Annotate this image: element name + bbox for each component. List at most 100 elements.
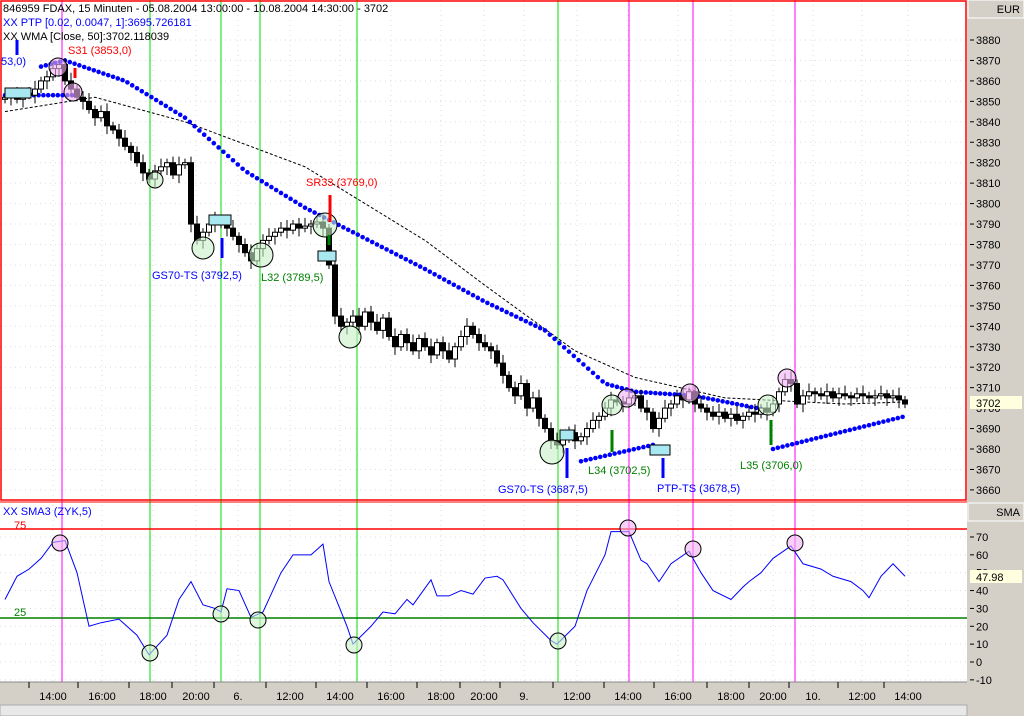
ptp-dot: [77, 63, 82, 68]
ptp-dot: [139, 88, 145, 94]
horizontal-scrollbar[interactable]: [0, 704, 968, 716]
ptp-dot: [485, 300, 490, 306]
ptp-dot: [432, 271, 437, 277]
time-tick-label: 12:00: [563, 691, 591, 703]
candle-body: [104, 111, 110, 127]
ptp-dot: [643, 390, 649, 395]
ptp-dot: [602, 453, 608, 459]
ptp-dot: [667, 391, 673, 397]
ptp-dot: [254, 175, 260, 181]
wma-legend[interactable]: XX WMA [Close, 50]:3702.118039: [3, 31, 169, 43]
stop-box: [649, 444, 671, 456]
ptp-dot: [578, 458, 584, 464]
level-25-label: 25: [14, 607, 26, 619]
ptp-dot: [547, 332, 553, 337]
time-tick-label: 18:00: [717, 691, 745, 703]
candle-body: [422, 338, 428, 348]
price-tick-label: 3680: [976, 444, 1000, 456]
chart-title: 846959 FDAX, 15 Minuten - 05.08.2004 13:…: [3, 3, 388, 15]
ptp-dot: [504, 309, 509, 315]
signal-label-l32: L32 (3789,5): [261, 272, 323, 284]
signal-label-cut: 53,0): [1, 56, 26, 68]
candle-body: [722, 411, 728, 419]
ptp-dot: [662, 391, 668, 397]
candle-body: [476, 333, 482, 344]
ptp-dot: [134, 85, 140, 91]
time-tick-label: 12:00: [848, 691, 876, 703]
ptp-dot: [149, 94, 154, 100]
ptp-dot: [744, 403, 749, 409]
candle-body: [896, 395, 902, 401]
candle-body: [488, 346, 494, 352]
candle-body: [116, 129, 122, 139]
ptp-dot: [41, 92, 46, 98]
candle-body: [824, 391, 830, 397]
ptp-dot: [245, 170, 250, 175]
candle-body: [404, 333, 410, 344]
ptp-dot: [857, 425, 862, 430]
sma-green-circle: [141, 644, 159, 662]
sma-unit: SMA: [996, 507, 1021, 519]
ptp-dot: [866, 422, 872, 428]
price-tick-label: 3880: [976, 35, 1000, 47]
candle-body: [818, 393, 824, 397]
ptp-dot: [725, 399, 730, 405]
ptp-dot: [470, 292, 476, 298]
candle-body: [338, 315, 344, 327]
candle-body: [752, 411, 758, 415]
sma-pink-circle: [684, 540, 702, 558]
ptp-dot: [612, 451, 617, 456]
ptp-dot: [837, 430, 843, 435]
ptp-dot: [499, 307, 505, 313]
price-tick-label: 3720: [976, 362, 1000, 374]
candle-body: [164, 162, 170, 168]
candle-body: [536, 397, 542, 419]
candle-body: [848, 395, 854, 399]
time-tick-label: 14:00: [39, 691, 67, 703]
ptp-legend[interactable]: XX PTP [0.02, 0.0047, 1]:3695.726181: [3, 17, 192, 29]
green-signal-circle: [757, 394, 779, 416]
ptp-dot: [417, 264, 423, 269]
ptp-dot: [566, 349, 572, 354]
ptp-dot: [636, 445, 641, 451]
candle-body: [650, 411, 656, 430]
candle-body: [704, 407, 710, 413]
ptp-dot: [249, 172, 255, 178]
time-tick-label: 6.: [233, 691, 242, 703]
ptp-dot: [590, 370, 596, 376]
ptp-dot: [607, 452, 613, 458]
ptp-dot: [809, 437, 814, 442]
sma-legend[interactable]: XX SMA3 (ZYK,5): [3, 506, 92, 518]
sma-tick-label: 0: [976, 657, 982, 669]
candle-body: [530, 397, 536, 409]
candle-body: [284, 227, 290, 231]
price-tick-label: 3810: [976, 178, 1000, 190]
ptp-dot: [422, 266, 428, 272]
candle-body: [662, 407, 668, 419]
ptp-dot: [475, 295, 481, 301]
ptp-dot: [597, 454, 603, 460]
ptp-dot: [355, 232, 361, 237]
ptp-dot: [72, 61, 77, 67]
sma-green-circle: [345, 636, 363, 654]
ptp-dot: [528, 321, 533, 326]
ptp-dot: [110, 74, 116, 80]
ptp-dot: [259, 178, 265, 184]
ptp-dot: [96, 69, 101, 75]
price-tick-label: 3760: [976, 280, 1000, 292]
ptp-dot: [552, 336, 557, 342]
ptp-dot: [297, 202, 303, 208]
ptp-dot: [657, 391, 663, 396]
candle-body: [644, 407, 650, 413]
green-signal-circle: [312, 212, 338, 238]
ptp-dot: [489, 302, 495, 308]
time-tick-label: 20:00: [470, 691, 498, 703]
candle-body: [458, 336, 464, 348]
candle-body: [266, 235, 272, 241]
candle-body: [188, 162, 194, 225]
ptp-dot: [593, 455, 598, 461]
ptp-dot: [885, 418, 891, 423]
candle-body: [638, 395, 644, 409]
sma-green-circle: [249, 611, 267, 629]
green-signal-circle: [601, 394, 623, 416]
